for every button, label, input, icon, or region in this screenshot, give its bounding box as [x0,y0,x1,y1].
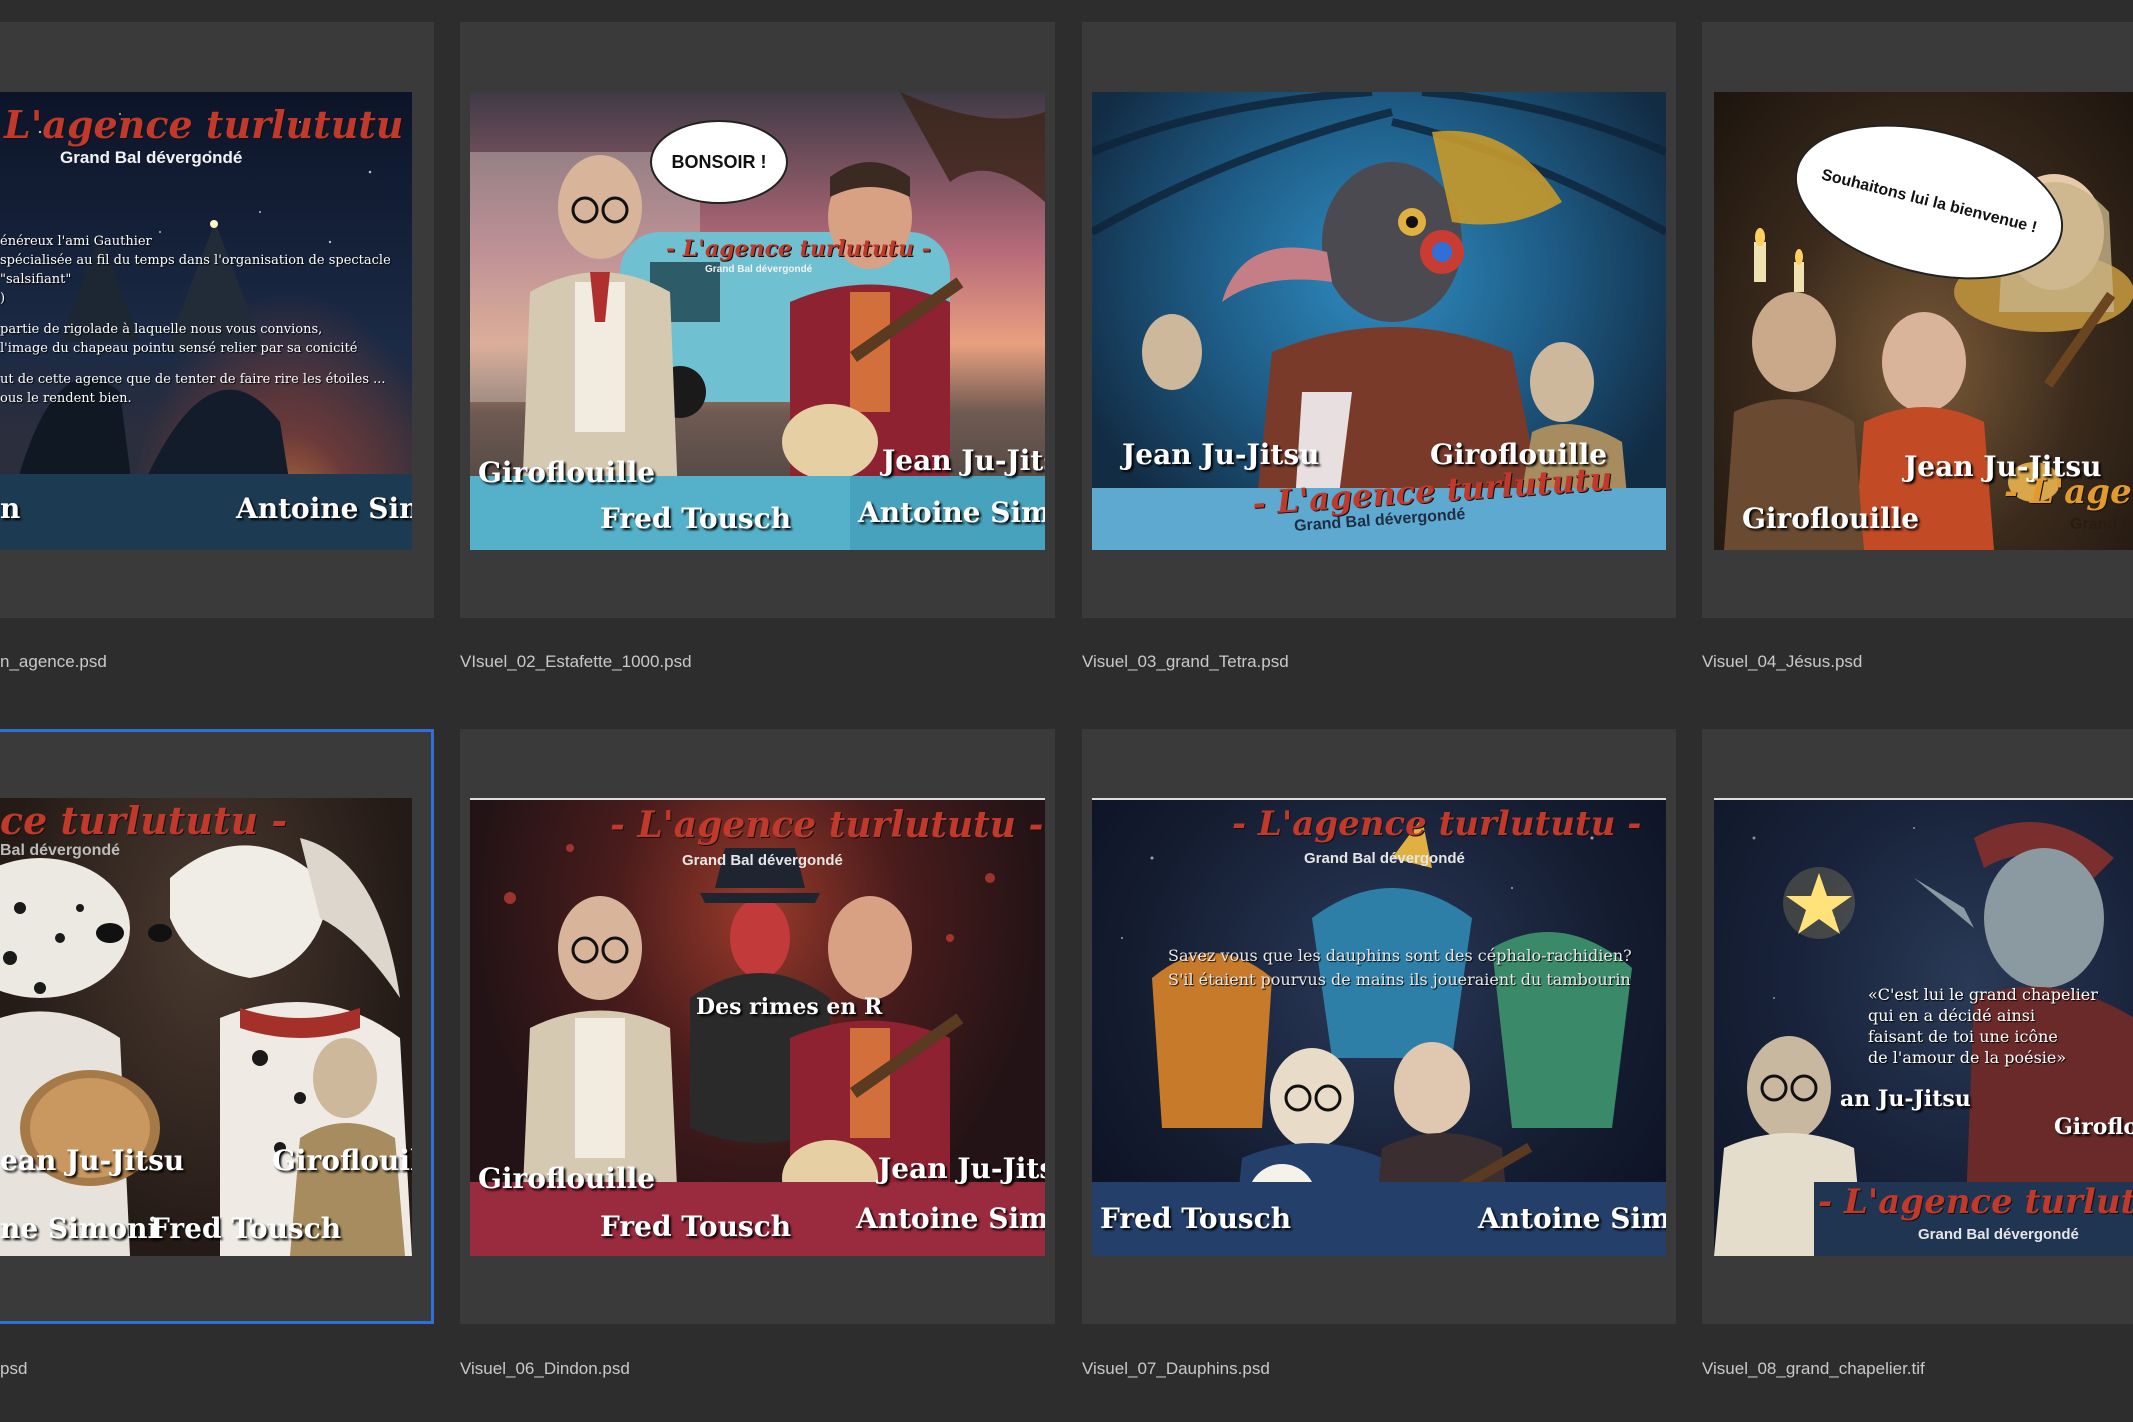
performer-name: Fred Tousch [1100,1202,1292,1235]
banner-title: L'agence turlututu - [4,102,412,147]
thumbnail-cell-6[interactable]: - L'agence turlututu - Grand Bal dévergo… [460,729,1055,1324]
thumbnail-image: - L'agence turlututu - Grand Bal dévergo… [1092,798,1666,1256]
banner-subtitle: Grand Bal dévergondé [705,264,813,275]
banner-title: ce turlututu - [0,798,288,843]
thumbnail-image: - L'agence turlututu - Grand Bal dévergo… [470,798,1045,1256]
thumbnail-cell-8[interactable]: «C'est lui le grand chapelier qui en a d… [1702,729,2133,1324]
banner-subtitle: Grand Bal dévergondé [60,148,243,167]
thumbnail-image: BONSOIR ! - L'agence turlututu - Grand B… [470,92,1045,550]
speech-bubble: BONSOIR ! [652,122,786,202]
dalmatians-art [0,838,412,1256]
file-name[interactable]: Visuel_04_Jésus.psd [1702,652,1862,672]
overlay-line: Savez vous que les dauphins sont des cép… [1168,946,1632,965]
thumbnail-cell-5[interactable]: ce turlututu - Bal dévergondé ean Ju-Jit… [0,729,434,1324]
performer-name: n [0,492,21,525]
file-name[interactable]: Visuel_03_grand_Tetra.psd [1082,652,1289,672]
thumbnail-image: «C'est lui le grand chapelier qui en a d… [1714,798,2133,1256]
performer-name: Antoine Simoni [858,496,1045,529]
banner-subtitle: Bal dévergondé [0,842,121,859]
banner-title: - L'agence turlututu [1818,1182,2133,1222]
overlay-line: S'il étaient pourvus de mains ils jouera… [1168,970,1631,989]
thumbnail-cell-2[interactable]: BONSOIR ! - L'agence turlututu - Grand B… [460,22,1055,618]
performer-name: Antoine Simoni [856,1202,1045,1235]
performer-name: Fred Tousch [600,502,792,535]
file-name[interactable]: VIsuel_02_Estafette_1000.psd [460,652,692,672]
performer-name: Fred Tousch [600,1210,792,1243]
banner-title: - L'agence turlututu - [1232,804,1642,844]
banner-subtitle: Grand Bal dévergondé [682,852,843,869]
performer-name: ean Ju-Jitsu [0,1144,185,1177]
performer-name: Jean Ju-Jitsu [1122,438,1320,471]
file-name[interactable]: Visuel_08_grand_chapelier.tif [1702,1359,1925,1379]
performer-name: Giroflouille [272,1144,412,1177]
thumbnail-image: Jean Ju-Jitsu Giroflouille - L'agence tu… [1092,92,1666,550]
performer-name: Giroflouille [1742,502,1920,535]
file-name[interactable]: psd [0,1359,27,1379]
body-paragraph: énéreux l'ami Gauthier spécialisée au fi… [0,234,391,406]
file-name[interactable]: Visuel_07_Dauphins.psd [1082,1359,1270,1379]
thumbnail-cell-3[interactable]: Jean Ju-Jitsu Giroflouille - L'agence tu… [1082,22,1676,618]
performer-name: ne Simoni [0,1212,159,1245]
image-caption: Des rimes en R [696,994,883,1020]
performer-name: Jean Ju-Jitsu [878,1152,1045,1185]
banner-title: - L'agence turlututu - [666,236,931,262]
banner-subtitle: Grand Bal dévergondé [1304,850,1465,867]
thumbnail-cell-4[interactable]: Souhaitons lui la bienvenue ! Jean Ju-Ji… [1702,22,2133,618]
thumbnail-image: L'agence turlututu - Grand Bal dévergond… [0,92,412,550]
quote-text: «C'est lui le grand chapelier qui en a d… [1868,985,2098,1067]
file-name[interactable]: n_agence.psd [0,652,107,672]
banner-subtitle: Grand Bal dévergondé [1918,1226,2079,1243]
thumbnail-cell-7[interactable]: - L'agence turlututu - Grand Bal dévergo… [1082,729,1676,1324]
banner-title: - L'agence [2004,472,2133,512]
performer-name: an Ju-Jitsu [1840,1086,1971,1112]
performer-name: Jean Ju-Jitsu [882,444,1045,477]
performer-name: Antoine Simoni [236,492,412,525]
performer-name: Fred Tousch [150,1212,342,1245]
thumbnail-cell-1[interactable]: L'agence turlututu - Grand Bal dévergond… [0,22,434,618]
thumbnail-image: ce turlututu - Bal dévergondé ean Ju-Jit… [0,798,412,1256]
performer-name: Giroflouille [478,1162,656,1195]
file-name[interactable]: Visuel_06_Dindon.psd [460,1359,630,1379]
performer-name: Antoine Simoni [1478,1202,1666,1235]
performer-name: Giroflouill [2054,1114,2133,1140]
banner-title: - L'agence turlututu - [610,804,1044,846]
banner-subtitle: Grand Bal [2070,516,2133,533]
thumbnail-image: Souhaitons lui la bienvenue ! Jean Ju-Ji… [1714,92,2133,550]
performer-name: Giroflouille [478,456,656,489]
